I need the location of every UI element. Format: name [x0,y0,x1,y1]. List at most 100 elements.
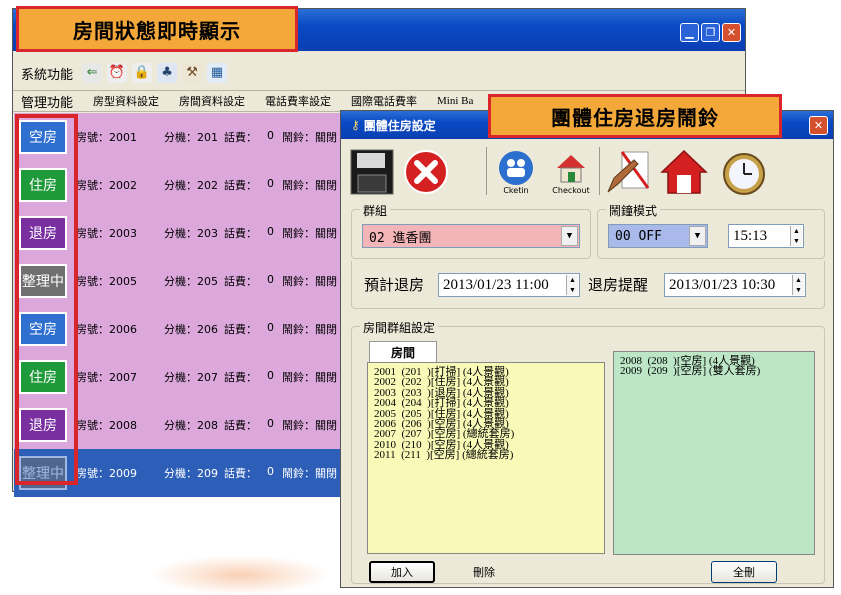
banner-room-status: 房間狀態即時顯示 [16,6,298,52]
checkin-people-icon [499,150,533,185]
save-button[interactable] [347,145,397,199]
room-extension: 分機：206 [164,323,218,336]
room-number: 房號：2006 [76,323,137,336]
phone-fee-label: 話費： [224,131,257,144]
room-extension: 分機：203 [164,227,218,240]
available-rooms-list[interactable]: 2001 (201 )[打掃] (4人景觀) 2002 (202 )[住房] (4… [367,362,605,554]
checkout-section: 預計退房 2013/01/23 11:00 ▲ ▼ 退房提醒 2013/01/23… [351,261,825,309]
status-highlight-frame [15,114,78,485]
alarm-clock-icon[interactable]: ⏰ [107,63,128,83]
room-number: 房號：2001 [76,131,137,144]
cancel-button[interactable] [401,145,451,199]
minimize-button[interactable]: ▁ [680,23,699,42]
cancel-x-icon [404,150,448,194]
room-list-item[interactable]: 2011 (211 )[空房] (總統套房) [374,450,598,461]
room-extension: 分機：207 [164,371,218,384]
room-list-item[interactable]: 2009 (209 )[空房] (雙人套房) [620,366,808,377]
phone-fee-value: 0 [267,321,274,334]
add-button[interactable]: 加入 [369,561,435,583]
menu-room-type-settings[interactable]: 房型資料設定 [93,93,159,109]
tools-icon[interactable]: ⚒ [182,63,203,83]
users-icon[interactable]: ♣ [157,63,178,83]
room-number: 房號：2002 [76,179,137,192]
dialog-close-button[interactable]: ✕ [809,116,828,135]
room-info: 房號：2005 分機：205 話費： 0 鬧鈴：關閉 [76,273,362,289]
room-extension: 分機：201 [164,131,218,144]
phone-fee-value: 0 [267,273,274,286]
alarm-mode-value: 00 OFF [615,228,662,244]
checkout-time-label: 預計退房 [364,278,425,294]
phone-fee-value: 0 [267,465,274,478]
menu-mini-bar[interactable]: Mini Ba [437,95,473,107]
toolbar-label: 系統功能 [21,67,74,83]
checkout-time-field[interactable]: 2013/01/23 11:00 ▲ ▼ [438,273,580,297]
main-toolbar: 系統功能 ⇐ ⏰ 🔒 ♣ ⚒ ▦ [13,57,745,89]
dialog-title: 團體住房設定 [363,118,436,133]
alarm-mode-select[interactable]: 00 OFF ▼ [608,224,708,248]
alarm-mode-section: 鬧鐘模式 00 OFF ▼ 15:13 ▲ ▼ [597,202,825,259]
lock-icon[interactable]: 🔒 [132,63,153,83]
checkin-button[interactable]: Cketin [491,145,541,199]
banner-group-alarm: 團體住房退房鬧鈴 [488,94,782,138]
group-select[interactable]: 02 進香團 ▼ [362,224,580,248]
assigned-rooms-list[interactable]: 2008 (208 )[空房] (4人景觀) 2009 (209 )[空房] (雙… [613,351,815,555]
floppy-disk-icon [350,149,394,195]
time-spinner[interactable]: ▲ ▼ [790,226,802,246]
delete-button[interactable]: 刪除 [451,561,517,583]
checkout-label: Checkout [552,185,590,195]
group-select-value: 02 進香團 [369,230,432,246]
phone-fee-value: 0 [267,417,274,430]
room-info: 房號：2002 分機：202 話費： 0 鬧鈴：關閉 [76,177,362,193]
decorative-glow [150,555,330,595]
menu-intl-phone-rate[interactable]: 國際電話費率 [351,93,417,109]
alarm-mode-label: 鬧鐘模式 [606,202,661,219]
room-group-label: 房間群組設定 [360,319,439,336]
network-icon[interactable]: ▦ [207,63,228,83]
phone-fee-value: 0 [267,129,274,142]
room-extension: 分機：208 [164,419,218,432]
close-button[interactable]: ✕ [722,23,741,42]
checkout-button[interactable]: Checkout [546,145,596,199]
room-info: 房號：2009 分機：209 話費： 0 鬧鈴：關閉 [76,465,362,481]
alarm-button[interactable] [719,145,769,199]
tab-rooms[interactable]: 房間 [369,341,437,363]
remind-label: 退房提醒 [588,278,649,294]
dialog-toolbar: Cketin Checkout [341,141,833,201]
room-info: 房號：2003 分機：203 話費： 0 鬧鈴：關閉 [76,225,362,241]
phone-fee-label: 話費： [224,275,257,288]
room-number: 房號：2003 [76,227,137,240]
toolbar-separator [599,147,600,195]
phone-fee-label: 話費： [224,323,257,336]
alarm-time-field[interactable]: 15:13 ▲ ▼ [728,224,804,248]
clock-icon [723,153,765,195]
menu-room-settings[interactable]: 房間資料設定 [179,93,245,109]
checkout-spinner[interactable]: ▲ ▼ [566,275,578,295]
room-info: 房號：2008 分機：208 話費： 0 鬧鈴：關閉 [76,417,362,433]
checkin-label: Cketin [503,185,529,195]
remind-time-value: 2013/01/23 10:30 [669,276,776,293]
phone-fee-label: 話費： [224,179,257,192]
room-extension: 分機：202 [164,179,218,192]
checkout-time-value: 2013/01/23 11:00 [443,276,549,293]
chevron-down-icon[interactable]: ▼ [561,226,578,246]
exit-icon[interactable]: ⇐ [82,63,103,83]
maximize-button[interactable]: ❐ [701,23,720,42]
phone-fee-label: 話費： [224,227,257,240]
remind-time-field[interactable]: 2013/01/23 10:30 ▲ ▼ [664,273,806,297]
room-info: 房號：2001 分機：201 話費： 0 鬧鈴：關閉 [76,129,362,145]
phone-fee-value: 0 [267,177,274,190]
delete-all-button[interactable]: 全刪 [711,561,777,583]
phone-fee-value: 0 [267,369,274,382]
edit-button[interactable] [603,145,653,199]
remind-spinner[interactable]: ▲ ▼ [792,275,804,295]
room-number: 房號：2007 [76,371,137,384]
home-button[interactable] [659,145,709,199]
phone-fee-label: 話費： [224,419,257,432]
menu-phone-rate-settings[interactable]: 電話費率設定 [265,93,331,109]
room-number: 房號：2005 [76,275,137,288]
room-extension: 分機：205 [164,275,218,288]
edit-pencil-icon [607,151,650,193]
group-section: 群組 02 進香團 ▼ [351,202,591,259]
menu-management[interactable]: 管理功能 [21,92,73,111]
chevron-down-icon[interactable]: ▼ [689,226,706,246]
